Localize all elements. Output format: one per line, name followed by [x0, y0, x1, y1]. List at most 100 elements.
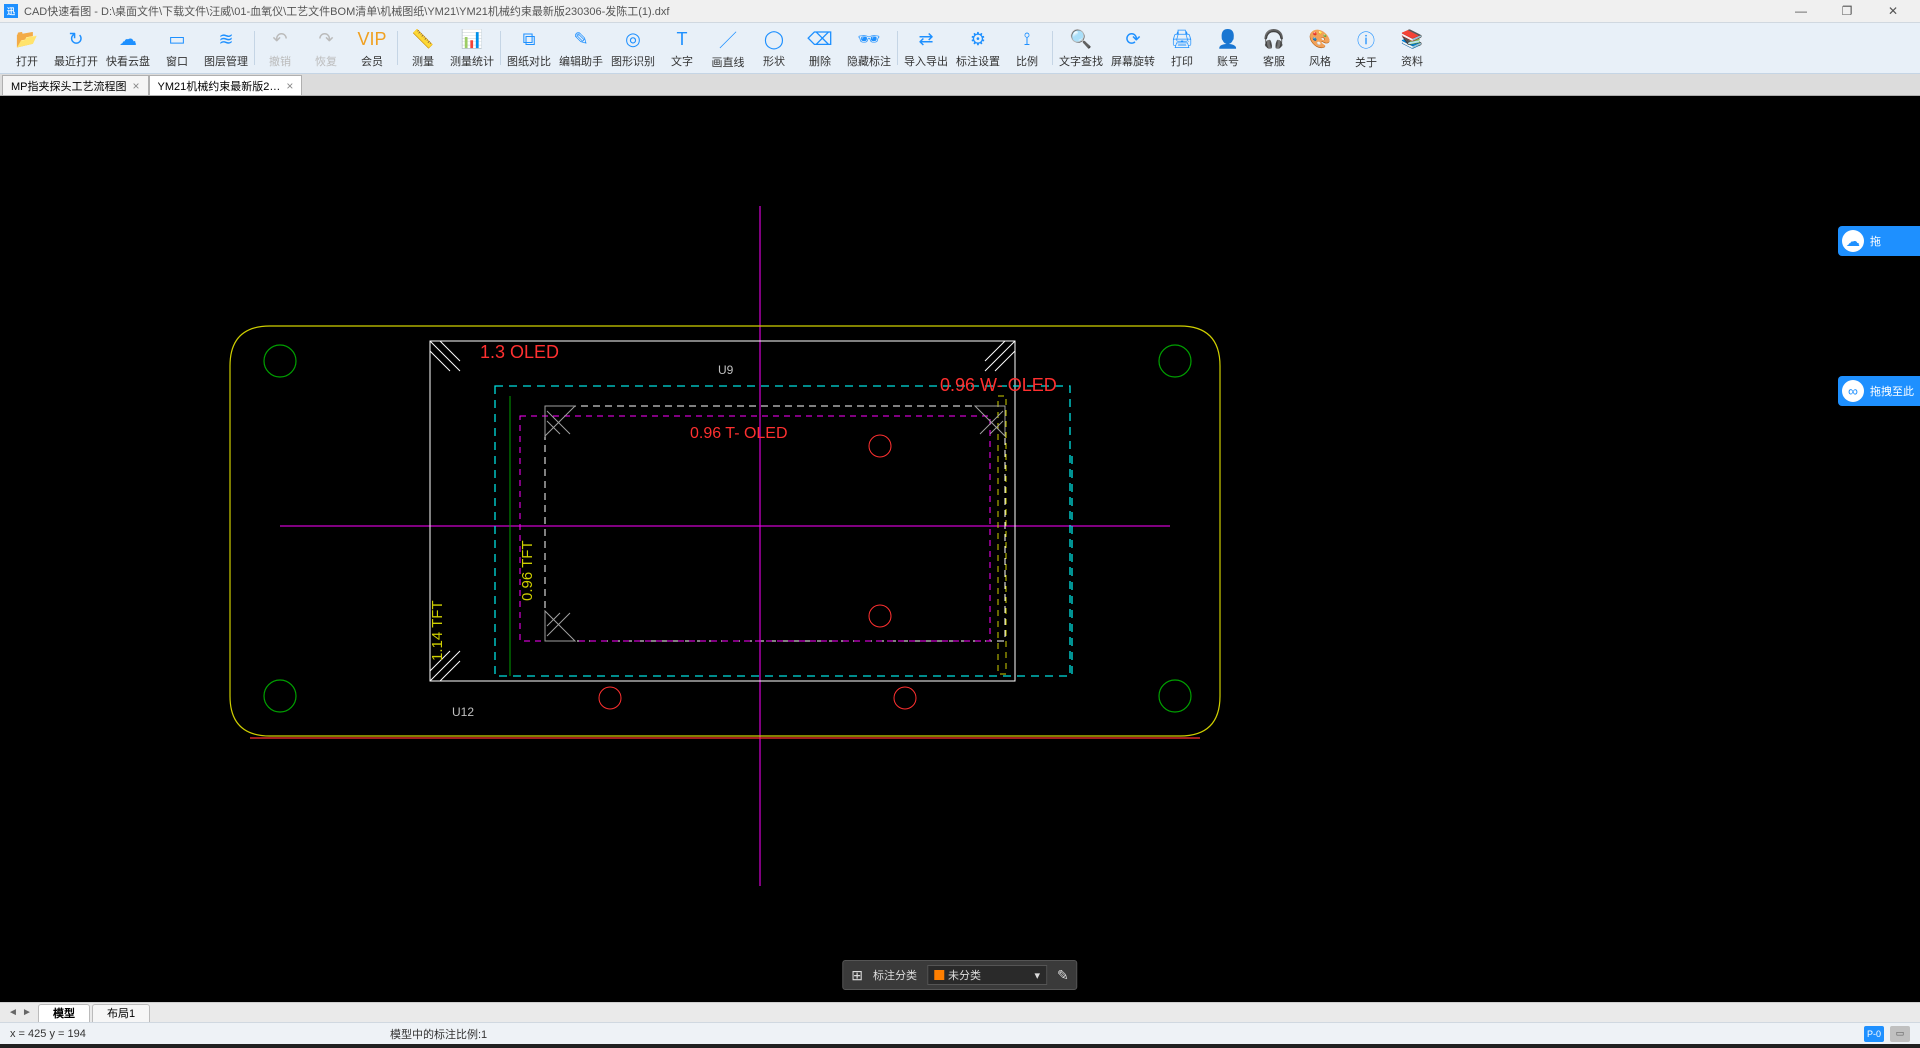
- line-label: 画直线: [712, 54, 745, 70]
- tool-rotate[interactable]: ⟳屏幕旋转: [1107, 25, 1159, 71]
- measure-icon: 📏: [410, 27, 436, 52]
- tool-vip[interactable]: VIP会员: [349, 25, 395, 71]
- tool-compare[interactable]: ⧉图纸对比: [503, 25, 555, 71]
- rotate-icon: ⟳: [1120, 27, 1146, 52]
- hide-anno-icon: 🕶: [856, 27, 882, 52]
- doc-tab-1[interactable]: YM21机械约束最新版2… ×: [149, 75, 303, 95]
- title-bar: 迅 CAD快速看图 - D:\桌面文件\下载文件\汪威\01-血氧仪\工艺文件B…: [0, 0, 1920, 22]
- tool-scale[interactable]: ⟟比例: [1004, 25, 1050, 71]
- tool-edit-assist[interactable]: ✎编辑助手: [555, 25, 607, 71]
- status-bar: x = 425 y = 194 模型中的标注比例:1 P-0 ▭: [0, 1022, 1920, 1044]
- account-icon: 👤: [1215, 27, 1241, 52]
- label-0p96-t-oled: 0.96 T- OLED: [690, 425, 788, 442]
- doc-tab-title: YM21机械约束最新版2…: [158, 78, 281, 94]
- tool-print[interactable]: 🖨打印: [1159, 25, 1205, 71]
- close-button[interactable]: ✕: [1870, 0, 1916, 22]
- window-title: CAD快速看图 - D:\桌面文件\下载文件\汪威\01-血氧仪\工艺文件BOM…: [24, 3, 1778, 19]
- tool-anno-set[interactable]: ⚙标注设置: [952, 25, 1004, 71]
- measure-stat-label: 测量统计: [450, 53, 494, 69]
- tool-measure-stat[interactable]: 📊测量统计: [446, 25, 498, 71]
- status-p0-button[interactable]: P-0: [1864, 1026, 1884, 1042]
- about-label: 关于: [1355, 54, 1377, 70]
- about-icon: ⓘ: [1353, 27, 1379, 53]
- window-label: 窗口: [166, 53, 188, 69]
- edit-assist-icon: ✎: [568, 27, 594, 52]
- tool-about[interactable]: ⓘ关于: [1343, 25, 1389, 71]
- tool-import-export[interactable]: ⇄导入导出: [900, 25, 952, 71]
- doc-tab-0[interactable]: MP指夹探头工艺流程图 ×: [2, 75, 149, 95]
- window-icon: ▭: [164, 27, 190, 52]
- status-window-button[interactable]: ▭: [1890, 1026, 1910, 1042]
- doc-tab-title: MP指夹探头工艺流程图: [11, 78, 127, 94]
- style-label: 风格: [1309, 53, 1331, 69]
- tool-line[interactable]: ／画直线: [705, 25, 751, 71]
- print-icon: 🖨: [1169, 27, 1195, 52]
- compare-icon: ⧉: [516, 27, 542, 52]
- cad-drawing: 1.3 OLED 0.96 W- OLED 0.96 T- OLED 0.96 …: [0, 96, 1920, 1002]
- tool-shape-rec[interactable]: ◎图形识别: [607, 25, 659, 71]
- minimize-button[interactable]: —: [1778, 0, 1824, 22]
- annotation-toolbar: ⊞ 标注分类 未分类 ▾ ✎: [842, 960, 1077, 990]
- label-u12: U12: [452, 705, 474, 719]
- edit-icon[interactable]: ✎: [1057, 967, 1069, 984]
- rotate-label: 屏幕旋转: [1111, 53, 1155, 69]
- delete-icon: ⌫: [807, 27, 833, 52]
- drag-drop-widget[interactable]: ∞ 拖拽至此: [1838, 376, 1920, 406]
- layout-tab-1[interactable]: 布局1: [92, 1004, 150, 1022]
- tool-shape[interactable]: ◯形状: [751, 25, 797, 71]
- layout-tab-0[interactable]: 模型: [38, 1004, 90, 1022]
- cursor-coords: x = 425 y = 194: [10, 1028, 390, 1040]
- data-label: 资料: [1401, 53, 1423, 69]
- tab-arrow-left[interactable]: ◄: [6, 1007, 20, 1018]
- account-label: 账号: [1217, 53, 1239, 69]
- scale-icon: ⟟: [1014, 27, 1040, 52]
- tool-cloud[interactable]: ☁快看云盘: [102, 25, 154, 71]
- text-icon: T: [669, 27, 695, 52]
- tab-close-icon[interactable]: ×: [286, 79, 293, 93]
- drawing-canvas[interactable]: 1.3 OLED 0.96 W- OLED 0.96 T- OLED 0.96 …: [0, 96, 1920, 1002]
- redo-label: 恢复: [315, 53, 337, 69]
- tool-text-find[interactable]: 🔍文字查找: [1055, 25, 1107, 71]
- layers-label: 图层管理: [204, 53, 248, 69]
- edit-assist-label: 编辑助手: [559, 53, 603, 69]
- undo-icon: ↶: [267, 27, 293, 52]
- annotation-category-select[interactable]: 未分类 ▾: [927, 965, 1047, 985]
- tool-open[interactable]: 📂打开: [4, 25, 50, 71]
- open-label: 打开: [16, 53, 38, 69]
- tab-close-icon[interactable]: ×: [133, 79, 140, 93]
- tool-text[interactable]: T文字: [659, 25, 705, 71]
- tool-account[interactable]: 👤账号: [1205, 25, 1251, 71]
- text-find-label: 文字查找: [1059, 53, 1103, 69]
- tab-arrow-right[interactable]: ►: [20, 1007, 34, 1018]
- line-icon: ／: [715, 27, 741, 53]
- measure-label: 测量: [412, 53, 434, 69]
- shape-icon: ◯: [761, 27, 787, 52]
- cloud-icon: ☁: [1842, 230, 1864, 252]
- tool-support[interactable]: 🎧客服: [1251, 25, 1297, 71]
- layers-icon: ≋: [213, 27, 239, 52]
- cloud-drop-widget[interactable]: ☁ 拖: [1838, 226, 1920, 256]
- tool-data[interactable]: 📚资料: [1389, 25, 1435, 71]
- link-icon: ∞: [1842, 380, 1864, 402]
- open-icon: 📂: [14, 27, 40, 52]
- cloud-icon: ☁: [115, 27, 141, 52]
- layout-tab-arrows: ◄ ►: [6, 1007, 34, 1018]
- tool-delete[interactable]: ⌫删除: [797, 25, 843, 71]
- label-1p14-tft: 1.14 TFT: [429, 600, 446, 661]
- maximize-button[interactable]: ❐: [1824, 0, 1870, 22]
- tool-style[interactable]: 🎨风格: [1297, 25, 1343, 71]
- text-label: 文字: [671, 53, 693, 69]
- document-tab-bar: MP指夹探头工艺流程图 × YM21机械约束最新版2… ×: [0, 74, 1920, 96]
- tool-layers[interactable]: ≋图层管理: [200, 25, 252, 71]
- tool-recent[interactable]: ↻最近打开: [50, 25, 102, 71]
- category-selected: 未分类: [948, 967, 981, 983]
- tool-window[interactable]: ▭窗口: [154, 25, 200, 71]
- support-label: 客服: [1263, 53, 1285, 69]
- tool-measure[interactable]: 📏测量: [400, 25, 446, 71]
- compare-label: 图纸对比: [507, 53, 551, 69]
- tool-hide-anno[interactable]: 🕶隐藏标注: [843, 25, 895, 71]
- import-export-label: 导入导出: [904, 53, 948, 69]
- label-u9: U9: [718, 363, 734, 377]
- grid-icon[interactable]: ⊞: [851, 967, 863, 984]
- hide-anno-label: 隐藏标注: [847, 53, 891, 69]
